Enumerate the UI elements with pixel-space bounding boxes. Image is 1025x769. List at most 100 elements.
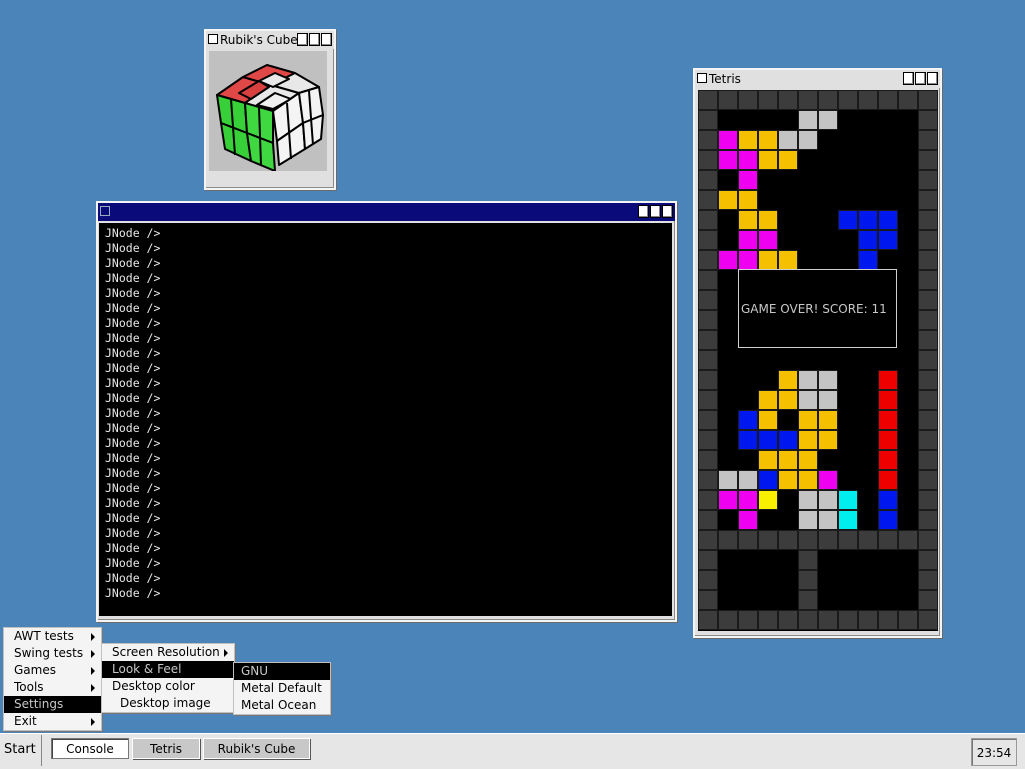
task-tetris[interactable]: Tetris <box>132 738 200 759</box>
tetris-titlebar[interactable]: Tetris <box>695 70 940 88</box>
settings-submenu[interactable]: Screen Resolution Look & Feel Desktop co… <box>101 643 235 713</box>
tetris-block <box>718 130 738 150</box>
tetris-window[interactable]: Tetris GAME OVER! SCORE: 11 <box>693 68 942 638</box>
console-line: JNode /> <box>105 286 161 300</box>
taskbar: Start Console Tetris Rubik's Cube 23:54 <box>0 733 1025 769</box>
wall-block <box>778 610 798 630</box>
console-titlebar[interactable]: Console <box>98 203 675 221</box>
maximize-button[interactable] <box>309 33 320 46</box>
system-menu-icon[interactable] <box>100 206 110 216</box>
tetris-block <box>878 210 898 230</box>
system-menu-icon[interactable] <box>208 34 218 44</box>
minimize-button[interactable] <box>297 33 308 46</box>
menu-item-swing-tests[interactable]: Swing tests <box>4 645 101 662</box>
tetris-block <box>858 250 878 270</box>
wall-block <box>778 90 798 110</box>
menu-item-gnu[interactable]: GNU <box>234 663 330 680</box>
tetris-block <box>758 410 778 430</box>
maximize-button[interactable] <box>915 72 926 85</box>
tetris-block <box>738 250 758 270</box>
tetris-title: Tetris <box>709 72 741 86</box>
tetris-block <box>758 230 778 250</box>
wall-block <box>918 350 938 370</box>
tetris-block <box>798 470 818 490</box>
rubik-titlebar[interactable]: Rubik's Cube <box>206 31 334 49</box>
minimize-button[interactable] <box>903 72 914 85</box>
console-line: JNode /> <box>105 586 161 600</box>
tetris-block <box>818 490 838 510</box>
tetris-block <box>738 470 758 490</box>
menu-item-screen-resolution[interactable]: Screen Resolution <box>102 644 234 661</box>
tetris-block <box>798 490 818 510</box>
tetris-block <box>798 510 818 530</box>
tetris-block <box>738 170 758 190</box>
menu-item-metal-default[interactable]: Metal Default <box>234 680 330 697</box>
tetris-block <box>818 510 838 530</box>
tetris-block <box>798 430 818 450</box>
tetris-block <box>878 370 898 390</box>
tetris-block <box>878 430 898 450</box>
maximize-button[interactable] <box>650 205 661 218</box>
tetris-block <box>798 410 818 430</box>
tetris-block <box>758 390 778 410</box>
system-menu-icon[interactable] <box>697 73 707 83</box>
tetris-block <box>818 470 838 490</box>
menu-item-desktop-color[interactable]: Desktop color <box>102 678 234 695</box>
tetris-block <box>778 370 798 390</box>
task-rubiks-cube[interactable]: Rubik's Cube <box>203 738 310 759</box>
close-button[interactable] <box>927 72 938 85</box>
wall-block <box>918 510 938 530</box>
tetris-block <box>778 430 798 450</box>
tetris-block <box>758 130 778 150</box>
console-title: Console <box>112 205 160 219</box>
wall-block <box>758 530 778 550</box>
tetris-block <box>758 430 778 450</box>
rubik-window[interactable]: Rubik's Cube <box>204 29 336 190</box>
submenu-arrow-icon <box>91 667 95 675</box>
tetris-block <box>878 510 898 530</box>
wall-block <box>698 590 718 610</box>
console-output[interactable]: JNode /> JNode /> JNode /> JNode /> JNode />… <box>99 223 672 616</box>
task-console[interactable]: Console <box>51 738 129 759</box>
wall-block <box>758 90 778 110</box>
menu-item-exit[interactable]: Exit <box>4 713 101 730</box>
menu-item-games[interactable]: Games <box>4 662 101 679</box>
wall-block <box>698 550 718 570</box>
console-window[interactable]: Console JNode /> JNode /> JNode /> JNode />… <box>96 201 677 622</box>
game-over-message: GAME OVER! SCORE: 11 <box>738 269 897 348</box>
menu-item-tools[interactable]: Tools <box>4 679 101 696</box>
wall-block <box>798 590 818 610</box>
submenu-arrow-icon <box>91 684 95 692</box>
wall-block <box>918 390 938 410</box>
wall-block <box>918 290 938 310</box>
wall-block <box>838 90 858 110</box>
close-button[interactable] <box>321 33 332 46</box>
wall-block <box>918 550 938 570</box>
menu-item-desktop-image[interactable]: Desktop image <box>102 695 234 712</box>
tetris-block <box>738 130 758 150</box>
rubik-canvas[interactable] <box>209 51 327 171</box>
tetris-block <box>798 390 818 410</box>
wall-block <box>838 530 858 550</box>
tetris-board[interactable]: GAME OVER! SCORE: 11 <box>698 90 938 631</box>
tetris-block <box>878 490 898 510</box>
look-and-feel-submenu[interactable]: GNU Metal Default Metal Ocean <box>233 662 331 715</box>
start-button[interactable]: Start <box>0 735 42 766</box>
minimize-button[interactable] <box>638 205 649 218</box>
start-menu[interactable]: AWT tests Swing tests Games Tools Settin… <box>3 627 102 731</box>
menu-item-settings[interactable]: Settings <box>4 696 101 713</box>
close-button[interactable] <box>662 205 673 218</box>
wall-block <box>918 210 938 230</box>
tetris-block <box>838 210 858 230</box>
wall-block <box>858 90 878 110</box>
menu-item-awt-tests[interactable]: AWT tests <box>4 628 101 645</box>
wall-block <box>918 110 938 130</box>
menu-item-look-and-feel[interactable]: Look & Feel <box>102 661 234 678</box>
wall-block <box>698 450 718 470</box>
rubik-cube-illustration[interactable] <box>209 51 327 171</box>
wall-block <box>898 90 918 110</box>
menu-item-metal-ocean[interactable]: Metal Ocean <box>234 697 330 714</box>
console-line: JNode /> <box>105 526 161 540</box>
console-line: JNode /> <box>105 376 161 390</box>
console-line: JNode /> <box>105 241 161 255</box>
